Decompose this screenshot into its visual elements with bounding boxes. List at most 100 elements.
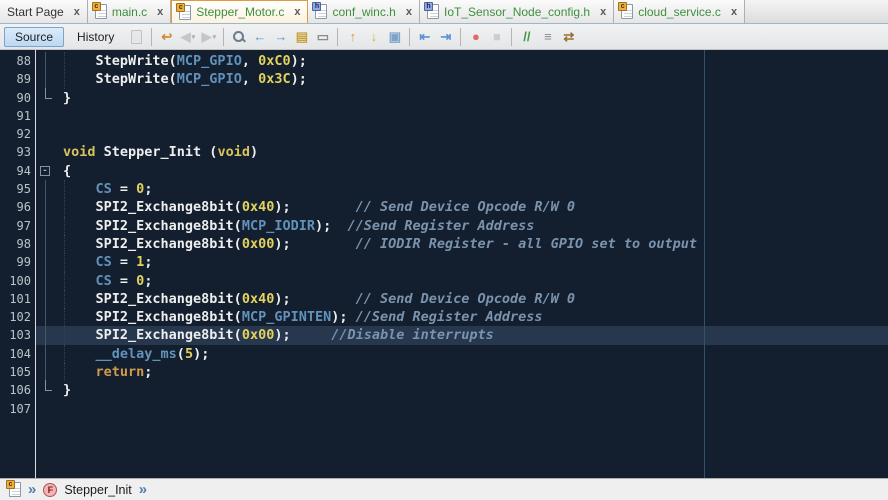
code-line-102[interactable]: SPI2_Exchange8bit(MCP_GPINTEN); //Send R… xyxy=(36,308,888,326)
chevron-right-icon[interactable]: » xyxy=(139,483,147,497)
fold-line-mark xyxy=(36,180,56,198)
tab-start-page[interactable]: Start Pagex xyxy=(0,0,88,23)
fold-line-mark xyxy=(36,198,56,216)
find-selection-icon[interactable] xyxy=(229,27,248,47)
code-token: //Disable interrupts xyxy=(331,327,494,343)
indent-guide xyxy=(64,52,65,70)
code-text: CS = 1; xyxy=(56,253,152,271)
icon-glyph: ▭ xyxy=(317,29,329,45)
icon-glyph: → xyxy=(274,29,287,44)
code-line-89[interactable]: StepWrite(MCP_GPIO, 0x3C); xyxy=(36,70,888,88)
icon-glyph: ↑ xyxy=(350,29,357,44)
code-line-88[interactable]: StepWrite(MCP_GPIO, 0xC0); xyxy=(36,52,888,70)
previous-occurrence-icon[interactable]: ↑ xyxy=(343,27,362,47)
code-text: { xyxy=(56,162,71,180)
code-line-95[interactable]: CS = 0; xyxy=(36,180,888,198)
code-line-93[interactable]: void Stepper_Init (void) xyxy=(36,143,888,161)
toggle-header-source-icon[interactable]: ⇄ xyxy=(559,27,578,47)
code-token: ); xyxy=(274,236,355,252)
shift-line-right-icon[interactable]: ⇥ xyxy=(436,27,455,47)
function-icon: F xyxy=(43,483,57,497)
tab-iot-sensor-node-config-h[interactable]: h IoT_Sensor_Node_config.h x xyxy=(420,0,614,23)
tab-main-c[interactable]: cmain.cx xyxy=(88,0,171,23)
fold-box-mark[interactable]: - xyxy=(36,162,56,180)
history-view-button[interactable]: History xyxy=(66,27,125,47)
code-text: SPI2_Exchange8bit(MCP_GPINTEN); //Send R… xyxy=(56,308,543,326)
line-number: 92 xyxy=(0,125,35,143)
h-file-badge: h xyxy=(312,2,321,11)
c-file-badge: c xyxy=(92,2,101,11)
source-view-button[interactable]: Source xyxy=(4,27,64,47)
code-token: ); xyxy=(315,218,348,234)
tab-close-icon[interactable]: x xyxy=(157,7,163,17)
tab-conf-winc-h[interactable]: hconf_winc.hx xyxy=(308,0,420,23)
code-line-101[interactable]: SPI2_Exchange8bit(0x40); // Send Device … xyxy=(36,290,888,308)
record-macro-icon[interactable]: ● xyxy=(466,27,485,47)
code-token: = xyxy=(112,254,136,270)
code-area[interactable]: StepWrite(MCP_GPIO, 0xC0); StepWrite(MCP… xyxy=(36,50,888,478)
fold-line-mark xyxy=(36,308,56,326)
tab-close-icon[interactable]: x xyxy=(74,7,80,17)
collapse-box-icon[interactable]: - xyxy=(40,166,50,176)
find-next-icon[interactable]: → xyxy=(271,27,290,47)
chevron-right-icon[interactable]: » xyxy=(28,483,36,497)
toggle-bookmark-icon[interactable]: ▣ xyxy=(385,27,404,47)
fold-line-mark xyxy=(36,326,56,344)
tab-stepper-motor-c[interactable]: cStepper_Motor.cx xyxy=(171,0,308,23)
code-line-100[interactable]: CS = 0; xyxy=(36,272,888,290)
breadcrumb-function-name[interactable]: Stepper_Init xyxy=(64,483,131,497)
icon-glyph: ⇄ xyxy=(563,29,574,45)
h-file-badge: h xyxy=(424,2,433,11)
c-file-badge: c xyxy=(6,480,15,489)
fold-end-mark xyxy=(36,89,56,107)
icon-glyph: ↓ xyxy=(371,29,378,44)
next-occurrence-icon[interactable]: ↓ xyxy=(364,27,383,47)
code-line-98[interactable]: SPI2_Exchange8bit(0x00); // IODIR Regist… xyxy=(36,235,888,253)
code-line-94[interactable]: -{ xyxy=(36,162,888,180)
code-text: SPI2_Exchange8bit(0x00); //Disable inter… xyxy=(56,326,494,344)
code-editor[interactable]: 8889909192939495969798991001011021031041… xyxy=(0,50,888,478)
fold-margin xyxy=(36,400,56,418)
fold-line-mark xyxy=(36,217,56,235)
document-tab-bar: Start Pagexcmain.cxcStepper_Motor.cxhcon… xyxy=(0,0,888,24)
toggle-highlight-icon[interactable]: ▤ xyxy=(292,27,311,47)
tab-close-icon[interactable]: x xyxy=(600,7,606,17)
shift-line-left-icon[interactable]: ⇤ xyxy=(415,27,434,47)
comment-icon[interactable]: // xyxy=(517,27,536,47)
code-line-91[interactable] xyxy=(36,107,888,125)
code-line-105[interactable]: return; xyxy=(36,363,888,381)
code-token: ); xyxy=(274,327,331,343)
find-previous-icon[interactable]: ← xyxy=(250,27,269,47)
h-file-icon: h xyxy=(427,4,439,19)
code-line-106[interactable]: } xyxy=(36,381,888,399)
line-number: 100 xyxy=(0,272,35,290)
code-token: ) xyxy=(250,144,258,160)
code-token: = xyxy=(112,181,136,197)
code-token: ); xyxy=(291,53,307,69)
tab-close-icon[interactable]: x xyxy=(294,7,300,17)
tab-close-icon[interactable]: x xyxy=(406,7,412,17)
code-line-90[interactable]: } xyxy=(36,89,888,107)
code-text: void Stepper_Init (void) xyxy=(56,143,258,161)
code-line-99[interactable]: CS = 1; xyxy=(36,253,888,271)
code-token: SPI2_Exchange8bit( xyxy=(63,199,242,215)
tab-cloud-service-c[interactable]: ccloud_service.cx xyxy=(614,0,745,23)
tab-close-icon[interactable]: x xyxy=(731,7,737,17)
code-token: ; xyxy=(144,273,152,289)
code-line-92[interactable] xyxy=(36,125,888,143)
line-number: 101 xyxy=(0,290,35,308)
code-line-96[interactable]: SPI2_Exchange8bit(0x40); // Send Device … xyxy=(36,198,888,216)
h-file-icon: h xyxy=(315,4,327,19)
code-line-103[interactable]: SPI2_Exchange8bit(0x00); //Disable inter… xyxy=(36,326,888,344)
rectangular-selection-icon[interactable]: ▭ xyxy=(313,27,332,47)
code-line-97[interactable]: SPI2_Exchange8bit(MCP_IODIR); //Send Reg… xyxy=(36,217,888,235)
line-number: 103 xyxy=(0,326,35,344)
code-token: // Send Device Opcode R/W 0 xyxy=(356,291,575,307)
code-line-107[interactable] xyxy=(36,400,888,418)
c-file-icon: c xyxy=(95,4,107,19)
code-line-104[interactable]: __delay_ms(5); xyxy=(36,345,888,363)
uncomment-icon[interactable]: ≡ xyxy=(538,27,557,47)
last-edit-icon[interactable]: ↩ xyxy=(157,27,176,47)
toolbar-separator xyxy=(337,28,338,46)
tab-label: IoT_Sensor_Node_config.h xyxy=(444,5,590,19)
